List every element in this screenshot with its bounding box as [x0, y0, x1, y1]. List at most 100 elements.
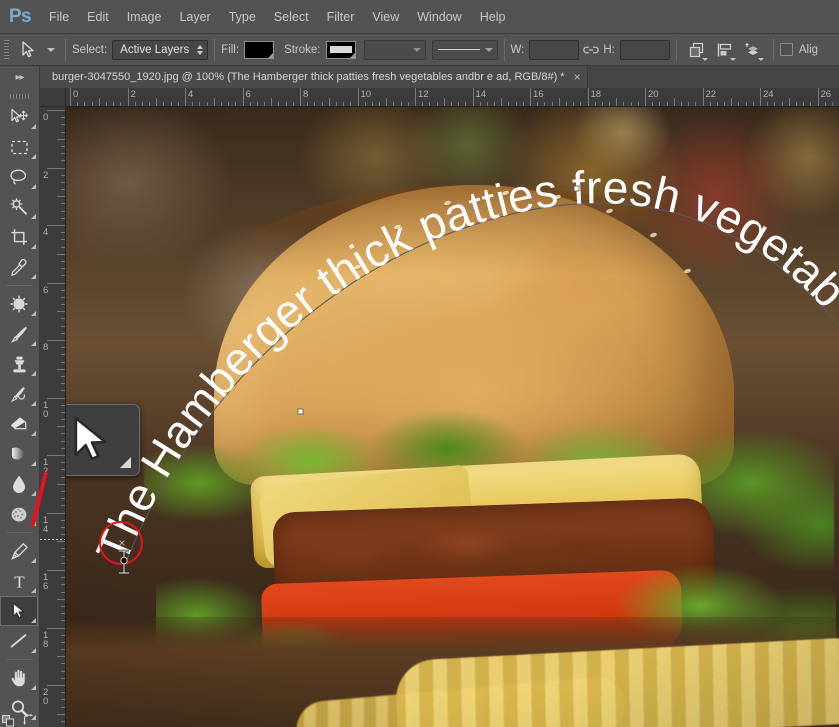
type-on-path-cursor-icon	[116, 548, 132, 578]
stroke-weight-dropdown[interactable]	[363, 39, 426, 60]
menu-item-help[interactable]: Help	[471, 0, 515, 34]
options-bar-grip[interactable]	[0, 34, 13, 66]
ruler-minor-tick	[61, 131, 65, 133]
move-tool[interactable]	[0, 102, 38, 132]
curved-path-text: The Hamberger thick patties fresh vegeta…	[86, 161, 839, 569]
brush-tool[interactable]	[0, 319, 38, 349]
ruler-major-tick	[357, 88, 359, 106]
ruler-minor-tick	[328, 98, 330, 106]
ruler-major-tick	[415, 88, 416, 106]
gradient-tool[interactable]	[0, 439, 38, 469]
swap-colors-icon[interactable]	[22, 713, 35, 727]
menu-item-image[interactable]: Image	[118, 0, 171, 34]
crop-tool[interactable]	[0, 222, 38, 252]
path-operations-icon[interactable]	[683, 37, 711, 63]
stroke-style-dropdown[interactable]	[431, 39, 498, 60]
options-divider-4	[675, 38, 677, 61]
ruler-minor-tick	[565, 102, 567, 106]
close-icon[interactable]: ×	[574, 71, 581, 83]
menu-item-type[interactable]: Type	[220, 0, 265, 34]
ruler-minor-tick	[61, 404, 65, 406]
line-tool[interactable]	[0, 626, 38, 656]
ruler-minor-tick	[141, 102, 143, 106]
ruler-major-tick	[47, 340, 65, 341]
select-dropdown[interactable]: Active Layers	[112, 39, 209, 60]
history-brush-tool[interactable]	[0, 379, 38, 409]
fill-color-swatch[interactable]	[244, 40, 275, 59]
ruler-minor-tick	[831, 102, 833, 106]
path-alignment-icon[interactable]	[711, 37, 739, 63]
menu-item-edit[interactable]: Edit	[78, 0, 118, 34]
ruler-minor-tick	[156, 98, 158, 106]
spot-healing-brush-tool[interactable]	[0, 289, 38, 319]
tool-preset-caret-icon[interactable]	[43, 47, 59, 52]
ruler-minor-tick	[810, 102, 812, 106]
magic-wand-tool[interactable]	[0, 192, 38, 222]
ruler-major-tick	[47, 512, 65, 514]
options-divider-1	[65, 38, 66, 61]
lasso-tool[interactable]	[0, 162, 38, 192]
ruler-minor-tick	[61, 232, 65, 234]
width-input[interactable]	[529, 39, 580, 60]
ruler-minor-tick	[61, 519, 65, 521]
path-selection-tool[interactable]	[0, 596, 38, 626]
ruler-tick-label: 18	[43, 629, 49, 650]
stroke-color-swatch[interactable]	[325, 40, 356, 59]
vertical-ruler[interactable]: 02468101214161820	[40, 107, 66, 727]
ruler-minor-tick	[285, 102, 287, 106]
ruler-minor-tick	[235, 102, 237, 106]
options-bar: Select: Active Layers Fill: Stroke: W: H…	[0, 34, 839, 66]
ruler-minor-tick	[163, 102, 165, 106]
chain-link-icon[interactable]	[579, 45, 603, 55]
horizontal-type-tool[interactable]: T	[0, 566, 38, 596]
menu-item-layer[interactable]: Layer	[170, 0, 219, 34]
ruler-minor-tick	[256, 102, 258, 106]
ruler-corner[interactable]	[40, 88, 66, 107]
ruler-minor-tick	[803, 102, 805, 106]
ruler-minor-tick	[724, 102, 726, 106]
ruler-tick-label: 8	[43, 342, 49, 353]
ruler-minor-tick	[580, 102, 582, 106]
hand-tool[interactable]	[0, 663, 38, 693]
path-anchor-point[interactable]	[573, 185, 580, 192]
pen-tool[interactable]	[0, 536, 38, 566]
ruler-minor-tick	[61, 189, 65, 191]
rectangular-marquee-tool[interactable]	[0, 132, 38, 162]
tools-panel-grip[interactable]	[0, 90, 39, 102]
ruler-major-tick	[47, 455, 65, 456]
height-input[interactable]	[619, 39, 670, 60]
ruler-minor-tick	[199, 102, 201, 106]
ruler-minor-tick	[680, 102, 682, 106]
eraser-tool[interactable]	[0, 409, 38, 439]
path-arrangement-icon[interactable]	[739, 37, 767, 63]
ruler-tick-label: 8	[303, 89, 309, 100]
ruler-minor-tick	[61, 347, 65, 349]
ruler-minor-tick	[61, 605, 65, 607]
ruler-minor-tick	[343, 102, 345, 106]
menu-item-view[interactable]: View	[363, 0, 408, 34]
ruler-major-tick	[702, 88, 704, 106]
ruler-minor-tick	[61, 174, 65, 176]
menu-item-filter[interactable]: Filter	[318, 0, 364, 34]
menu-item-file[interactable]: File	[40, 0, 78, 34]
align-edges-checkbox[interactable]	[779, 43, 793, 56]
ruler-tick-label: 0	[73, 89, 79, 100]
default-colors-icon[interactable]	[2, 714, 15, 727]
blur-tool[interactable]	[0, 469, 38, 499]
clone-stamp-tool[interactable]	[0, 349, 38, 379]
menu-item-select[interactable]: Select	[265, 0, 318, 34]
ruler-minor-tick	[537, 102, 539, 106]
image-canvas[interactable]: The Hamberger thick patties fresh vegeta…	[66, 107, 839, 727]
double-chevron-right-icon[interactable]: ▸▸	[0, 66, 40, 88]
path-selection-arrow-icon[interactable]	[13, 34, 43, 66]
eyedropper-tool[interactable]	[0, 252, 38, 282]
ruler-minor-tick	[61, 332, 65, 334]
path-anchor-point[interactable]	[297, 408, 304, 415]
ruler-minor-tick	[738, 102, 740, 106]
document-tab[interactable]: burger-3047550_1920.jpg @ 100% (The Hamb…	[40, 66, 588, 88]
horizontal-ruler[interactable]: 0 2 4 6 8 10 12 14 16 18 20 22 24 26	[66, 88, 839, 107]
ruler-minor-tick	[335, 102, 337, 106]
menu-item-window[interactable]: Window	[408, 0, 470, 34]
ruler-minor-tick	[371, 102, 373, 106]
ruler-minor-tick	[393, 102, 395, 106]
